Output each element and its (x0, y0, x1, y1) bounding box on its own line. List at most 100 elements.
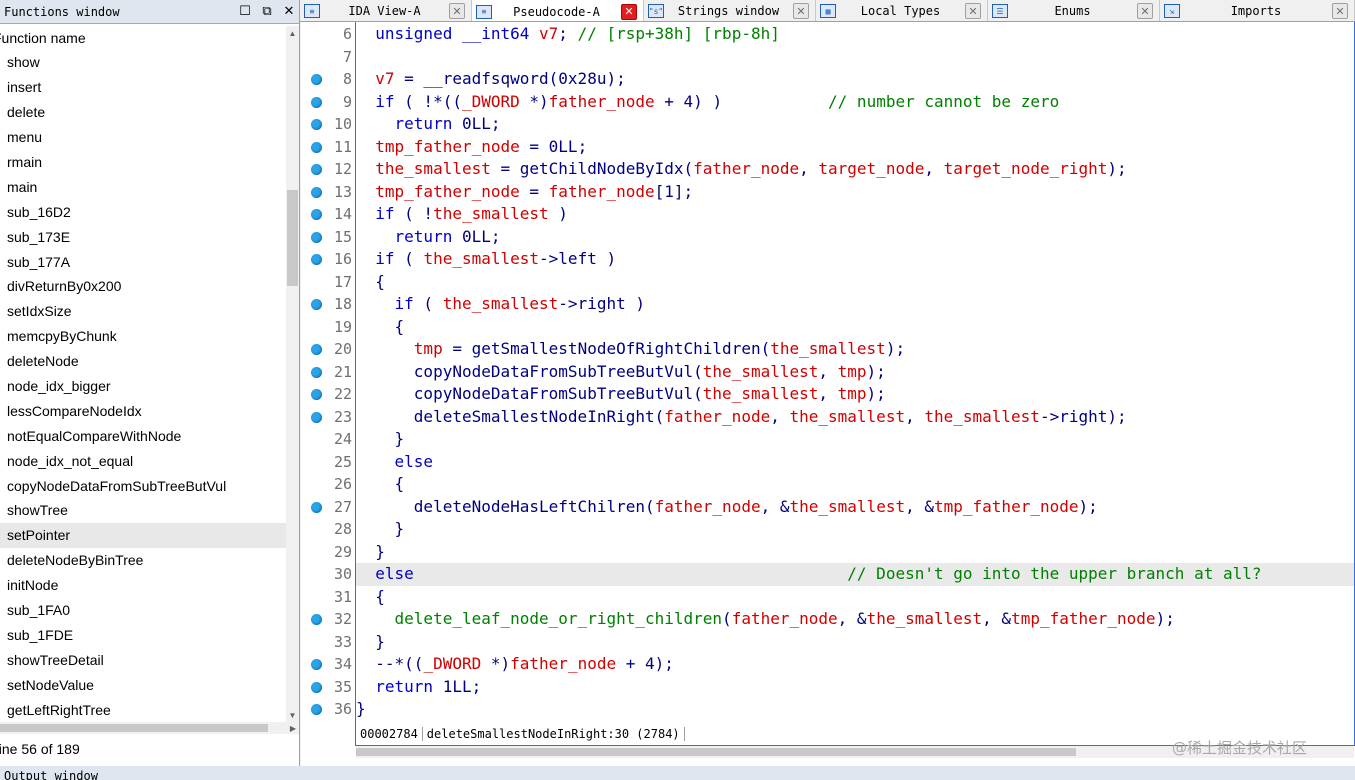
tab-close-icon[interactable]: ✕ (449, 3, 465, 19)
code-token[interactable]: // Doesn't go into the upper branch at a… (847, 564, 1261, 583)
code-token[interactable]: the_smallest (790, 497, 906, 516)
gutter-line[interactable]: 8 (301, 68, 355, 91)
function-list-item[interactable]: insert (0, 75, 286, 100)
code-token[interactable]: ); (886, 339, 905, 358)
function-list-item[interactable]: notEqualCompareWithNode (0, 423, 286, 448)
tab-close-icon[interactable]: ✕ (621, 3, 637, 20)
code-token[interactable]: ( (414, 294, 443, 313)
code-line[interactable]: tmp_father_node = father_node[1]; (356, 181, 1354, 204)
tab-close-icon[interactable]: ✕ (1137, 3, 1153, 19)
code-token[interactable]: _DWORD (462, 92, 520, 111)
code-token[interactable]: } (356, 519, 405, 538)
code-token[interactable]: return (356, 227, 453, 246)
code-token[interactable]: if (356, 249, 394, 268)
code-token[interactable]: if (356, 204, 394, 223)
code-token[interactable]: { (356, 317, 405, 336)
code-line[interactable]: else // Doesn't go into the upper branch… (356, 563, 1354, 586)
code-token[interactable]: target_node (818, 159, 924, 178)
gutter-line[interactable]: 11 (301, 136, 355, 159)
breakpoint-dot-icon[interactable] (311, 389, 322, 400)
breakpoint-dot-icon[interactable] (311, 164, 322, 175)
code-line[interactable]: tmp_father_node = 0LL; (356, 136, 1354, 159)
function-list-item[interactable]: memcpyByChunk (0, 324, 286, 349)
function-list-item[interactable]: initNode (0, 573, 286, 598)
code-token[interactable]: ); (867, 362, 886, 381)
code-line[interactable]: else (356, 451, 1354, 474)
function-list-item[interactable]: delete (0, 100, 286, 125)
gutter-line[interactable]: 19 (301, 316, 355, 339)
code-token[interactable]: the_smallest (924, 407, 1040, 426)
code-token[interactable]: , & (761, 497, 790, 516)
function-list-item[interactable]: showTreeDetail (0, 647, 286, 672)
code-token[interactable]: + 4) ) (655, 92, 828, 111)
output-window-titlebar[interactable]: Output window (0, 766, 1355, 780)
function-list-item[interactable]: lessCompareNodeIdx (0, 398, 286, 423)
scrollbar-thumb[interactable] (287, 190, 298, 286)
code-token[interactable]: _DWORD (423, 654, 481, 673)
gutter-line[interactable]: 17 (301, 271, 355, 294)
gutter-line[interactable]: 14 (301, 203, 355, 226)
tab-close-icon[interactable]: ✕ (1332, 3, 1348, 19)
gutter-line[interactable]: 29 (301, 541, 355, 564)
code-token[interactable]: the_smallest (703, 384, 819, 403)
code-line[interactable]: delete_leaf_node_or_right_children(fathe… (356, 608, 1354, 631)
code-token[interactable]: father_node (549, 92, 655, 111)
code-token[interactable]: *) (520, 92, 548, 111)
breakpoint-dot-icon[interactable] (311, 299, 322, 310)
pseudocode-view[interactable]: 6 7 8 9 10 11 12 13 14 15 16 17 18 19 20 21 22 23 24 25 26 27… (301, 22, 1355, 766)
code-token[interactable]: = getChildNodeByIdx( (491, 159, 693, 178)
gutter-line[interactable]: 13 (301, 181, 355, 204)
code-token[interactable]: ; (558, 24, 577, 43)
scrollbar-thumb[interactable] (356, 748, 1076, 756)
breakpoint-dot-icon[interactable] (311, 501, 322, 513)
code-token[interactable]: tmp_father_node (1011, 609, 1156, 628)
code-token[interactable]: copyNodeDataFromSubTreeButVul( (356, 362, 703, 381)
code-token[interactable]: deleteSmallestNodeInRight( (356, 407, 664, 426)
scrollbar-thumb[interactable] (0, 724, 268, 732)
tab-local-types[interactable]: ▦ Local Types ✕ (816, 0, 988, 21)
breakpoint-dot-icon[interactable] (311, 681, 322, 693)
code-token[interactable]: 0LL; (452, 114, 501, 133)
function-list-item[interactable]: deleteNodeByBinTree (0, 548, 286, 573)
code-token[interactable]: *) (481, 654, 510, 673)
code-token[interactable]: father_node (510, 654, 616, 673)
scroll-down-icon[interactable]: ▼ (286, 708, 299, 722)
gutter-line[interactable]: 24 (301, 428, 355, 451)
code-token[interactable]: if (356, 92, 394, 111)
code-token[interactable]: 1LL; (433, 677, 482, 696)
code-token[interactable]: } (356, 632, 385, 651)
code-token[interactable]: ); (867, 384, 886, 403)
function-list-item[interactable]: sub_16D2 (0, 199, 286, 224)
code-token[interactable]: the_smallest (443, 294, 559, 313)
code-token[interactable]: { (356, 474, 405, 493)
close-window-icon[interactable]: ✕ (278, 2, 299, 22)
gutter-line[interactable]: 31 (301, 586, 355, 609)
gutter-line[interactable]: 27 (301, 496, 355, 519)
scroll-up-icon[interactable]: ▲ (286, 26, 299, 40)
gutter-line[interactable]: 30 (301, 563, 355, 586)
restore-window-icon[interactable]: ⧉ (256, 2, 278, 22)
code-token[interactable]: unsigned __int64 (356, 24, 539, 43)
gutter-line[interactable]: 33 (301, 631, 355, 654)
code-line[interactable] (356, 46, 1354, 69)
scroll-right-icon[interactable]: ▶ (287, 722, 299, 734)
function-name-column-header[interactable]: Function name (0, 26, 299, 50)
function-list-item[interactable]: sub_1FDE (0, 622, 286, 647)
gutter-line[interactable]: 23 (301, 406, 355, 429)
code-token[interactable]: [1]; (655, 182, 694, 201)
function-list-item[interactable]: rmain (0, 150, 286, 175)
code-line[interactable]: the_smallest = getChildNodeByIdx(father_… (356, 158, 1354, 181)
function-list-item[interactable]: showTree (0, 498, 286, 523)
breakpoint-dot-icon[interactable] (311, 96, 322, 108)
code-token[interactable]: , & (982, 609, 1011, 628)
code-token[interactable]: father_node (664, 407, 770, 426)
code-token[interactable]: the_smallest (433, 204, 549, 223)
code-line[interactable]: } (356, 518, 1354, 541)
gutter-line[interactable]: 16 (301, 248, 355, 271)
functions-window-titlebar[interactable]: Functions window ☐ ⧉ ✕ (0, 0, 299, 24)
code-line[interactable]: } (356, 541, 1354, 564)
code-token[interactable]: // number cannot be zero (828, 92, 1059, 111)
float-window-icon[interactable]: ☐ (234, 2, 256, 22)
code-line[interactable]: return 1LL; (356, 676, 1354, 699)
code-token[interactable]: --*(( (356, 654, 423, 673)
